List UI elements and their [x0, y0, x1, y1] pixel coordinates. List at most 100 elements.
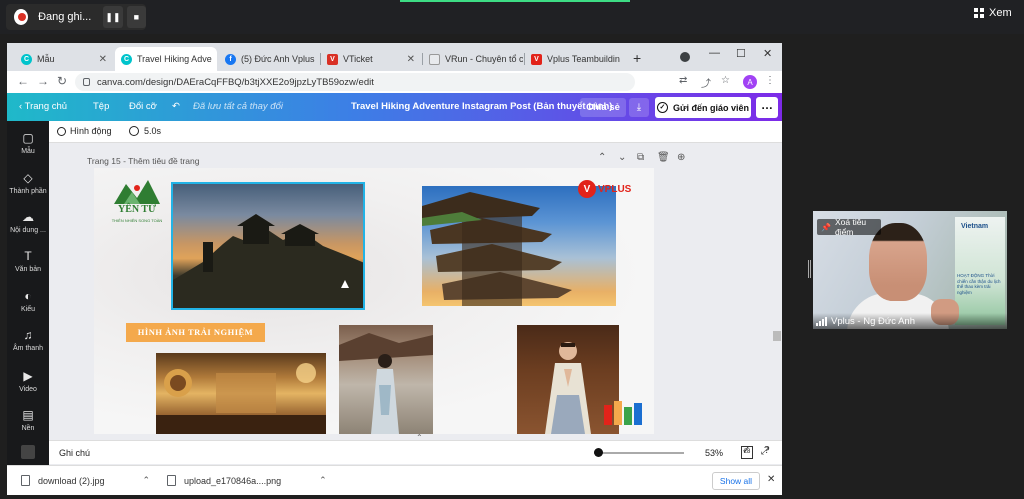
vplus-mark-icon: V [578, 180, 596, 198]
forward-icon[interactable]: → [37, 74, 49, 88]
panel-resize-handle[interactable] [808, 260, 811, 278]
sidebar-item-uploads[interactable]: ☁ Nội dung ... [7, 210, 49, 234]
vertical-scrollbar[interactable] [772, 143, 782, 443]
page-title[interactable]: Trang 15 - Thêm tiêu đề trang [87, 156, 199, 166]
check-icon[interactable]: ✓ [742, 445, 750, 456]
translate-icon[interactable]: ⇄ [679, 75, 687, 86]
back-icon[interactable]: ← [17, 74, 29, 88]
url-text: canva.com/design/DAEraCqFFBQ/b3tjXXE2o9j… [97, 76, 374, 88]
url-field[interactable]: canva.com/design/DAEraCqFFBQ/b3tjXXE2o9j… [75, 73, 635, 91]
close-icon[interactable]: ✕ [212, 54, 217, 65]
download-item[interactable]: upload_e170846a....png ⌃ [167, 475, 327, 486]
bookmark-star-icon[interactable]: ☆ [721, 75, 730, 86]
close-icon[interactable]: ✕ [620, 54, 625, 65]
close-icon[interactable]: ✕ [315, 54, 320, 65]
sidebar-item-styles[interactable]: ◐ Kiểu [7, 289, 49, 313]
more-options-button[interactable]: … [756, 97, 778, 118]
template-icon: ▢ [22, 131, 34, 145]
animation-button[interactable]: Hình động [57, 126, 112, 136]
send-to-teacher-button[interactable]: ✓ Gửi đến giáo viên [655, 97, 751, 118]
aodai-woman-image[interactable] [339, 325, 433, 434]
sidebar-item-templates[interactable]: ▢ Mẫu [7, 131, 49, 155]
sidebar-item-audio[interactable]: ♫ Âm thanh [7, 328, 49, 352]
tab-search-icon[interactable] [680, 52, 690, 62]
slide-canvas[interactable]: YÊN TỬ THIÊN NHIÊN SONG TOÀN V VPLUS HÌN… [94, 168, 654, 434]
close-icon[interactable]: ✕ [403, 54, 415, 65]
stop-recording-button[interactable]: ■ [126, 6, 146, 28]
vplus-icon: V [327, 53, 338, 65]
new-tab-button[interactable]: + [633, 50, 641, 66]
tab-mau[interactable]: C Mẫu ✕ [15, 47, 113, 71]
minimize-icon[interactable]: — [709, 47, 720, 59]
vplus-logo: V VPLUS [578, 180, 631, 198]
sidebar-item-background[interactable]: ▤ Nền [7, 408, 49, 432]
close-icon[interactable]: ✕ [95, 54, 107, 65]
notes-button[interactable]: Ghi chú [59, 448, 90, 458]
sidebar-item-label: Nền [21, 425, 35, 432]
zoom-slider[interactable] [594, 452, 684, 454]
delete-page-icon[interactable]: 🗑 [657, 152, 670, 163]
file-icon [167, 475, 176, 486]
chevron-up-icon[interactable]: ⌃ [598, 152, 606, 163]
tab-travel-hiking[interactable]: C Travel Hiking Adve ✕ [115, 47, 217, 71]
sidebar-item-text[interactable]: T Văn bản [7, 249, 49, 273]
unpin-button[interactable]: 📌 Xoá tiêu điểm [817, 217, 881, 237]
view-button[interactable]: Xem [974, 7, 1012, 19]
download-item[interactable]: download (2).jpg ⌃ [21, 475, 150, 486]
chevron-up-icon[interactable]: ⌃ [143, 475, 151, 486]
download-icon[interactable]: ⤓ [629, 98, 649, 117]
grid-icon [974, 8, 984, 18]
resize-menu[interactable]: Đổi cỡ [129, 101, 157, 112]
tab-label: VTicket [343, 54, 373, 64]
file-menu[interactable]: Tệp [93, 101, 109, 112]
sidebar-item-video[interactable]: ▶ Video [7, 369, 49, 393]
share-button[interactable]: Chia sẻ [580, 98, 626, 117]
pagoda-image[interactable] [422, 186, 616, 306]
poster-title: Vietnam [961, 223, 989, 230]
zoom-slider-handle[interactable] [594, 448, 603, 457]
share-page-icon[interactable]: ⤴ [701, 75, 711, 90]
close-window-icon[interactable]: ✕ [763, 47, 772, 60]
more-apps-icon [21, 445, 35, 459]
add-page-icon[interactable]: ⊕ [677, 152, 685, 163]
temple-sunset-image[interactable] [171, 182, 365, 310]
undo-icon[interactable]: ↶ [172, 101, 180, 112]
show-all-button[interactable]: Show all [712, 472, 760, 490]
participant-video-tile[interactable]: HOẠT ĐỘNG Thời chiến cần thận du lịch th… [813, 211, 1007, 329]
document-title[interactable]: Travel Hiking Adventure Instagram Post (… [351, 101, 612, 112]
home-button[interactable]: ‹ Trang chủ [19, 101, 67, 112]
reload-icon[interactable]: ↻ [57, 74, 67, 88]
maximize-icon[interactable]: ☐ [736, 47, 746, 60]
pause-recording-button[interactable]: ❚❚ [103, 6, 123, 28]
logo-text: YÊN TỬ [117, 204, 157, 215]
participant-name: Vplus - Ng Đức Anh [831, 315, 915, 327]
sidebar-item-label: Âm thanh [13, 345, 43, 352]
sidebar-item-more[interactable] [7, 445, 49, 462]
experience-banner[interactable]: HÌNH ẢNH TRẢI NGHIỆM [126, 323, 265, 342]
help-icon[interactable]: ? [764, 445, 770, 456]
scrollbar-thumb[interactable] [773, 331, 781, 341]
meeting-top-bar [0, 0, 1024, 34]
chevron-up-icon[interactable]: ⌃ [319, 475, 327, 486]
pin-icon: 📌 [821, 222, 831, 232]
profile-avatar[interactable]: A [743, 75, 757, 89]
sidebar-item-elements[interactable]: ◇ Thành phần [7, 171, 49, 195]
signal-strength-icon [816, 316, 827, 326]
zoom-level[interactable]: 53% [705, 448, 723, 458]
logo-subtitle: THIÊN NHIÊN SONG TOÀN [111, 218, 163, 223]
duplicate-page-icon[interactable]: ⧉ [637, 152, 644, 163]
record-icon [14, 9, 29, 25]
tab-vticket[interactable]: V VTicket ✕ [321, 47, 421, 71]
check-circle-icon: ✓ [656, 102, 668, 113]
tab-facebook[interactable]: f (5) Đức Anh Vplus ✕ [219, 47, 319, 71]
chevron-down-icon[interactable]: ⌄ [618, 152, 626, 163]
interior-room-image[interactable] [156, 353, 326, 434]
browser-menu-icon[interactable]: ⋮ [765, 75, 775, 86]
duration-button[interactable]: 5.0s [129, 126, 161, 136]
view-label: Xem [989, 7, 1012, 19]
home-label: Trang chủ [24, 101, 68, 112]
sidebar-item-label: Thành phần [9, 188, 47, 195]
close-icon[interactable]: ✕ [767, 474, 775, 485]
tab-vrun[interactable]: VRun - Chuyên tổ c ✕ [423, 47, 523, 71]
tab-vplus-teambuilding[interactable]: V Vplus Teambuildin ✕ [525, 47, 625, 71]
